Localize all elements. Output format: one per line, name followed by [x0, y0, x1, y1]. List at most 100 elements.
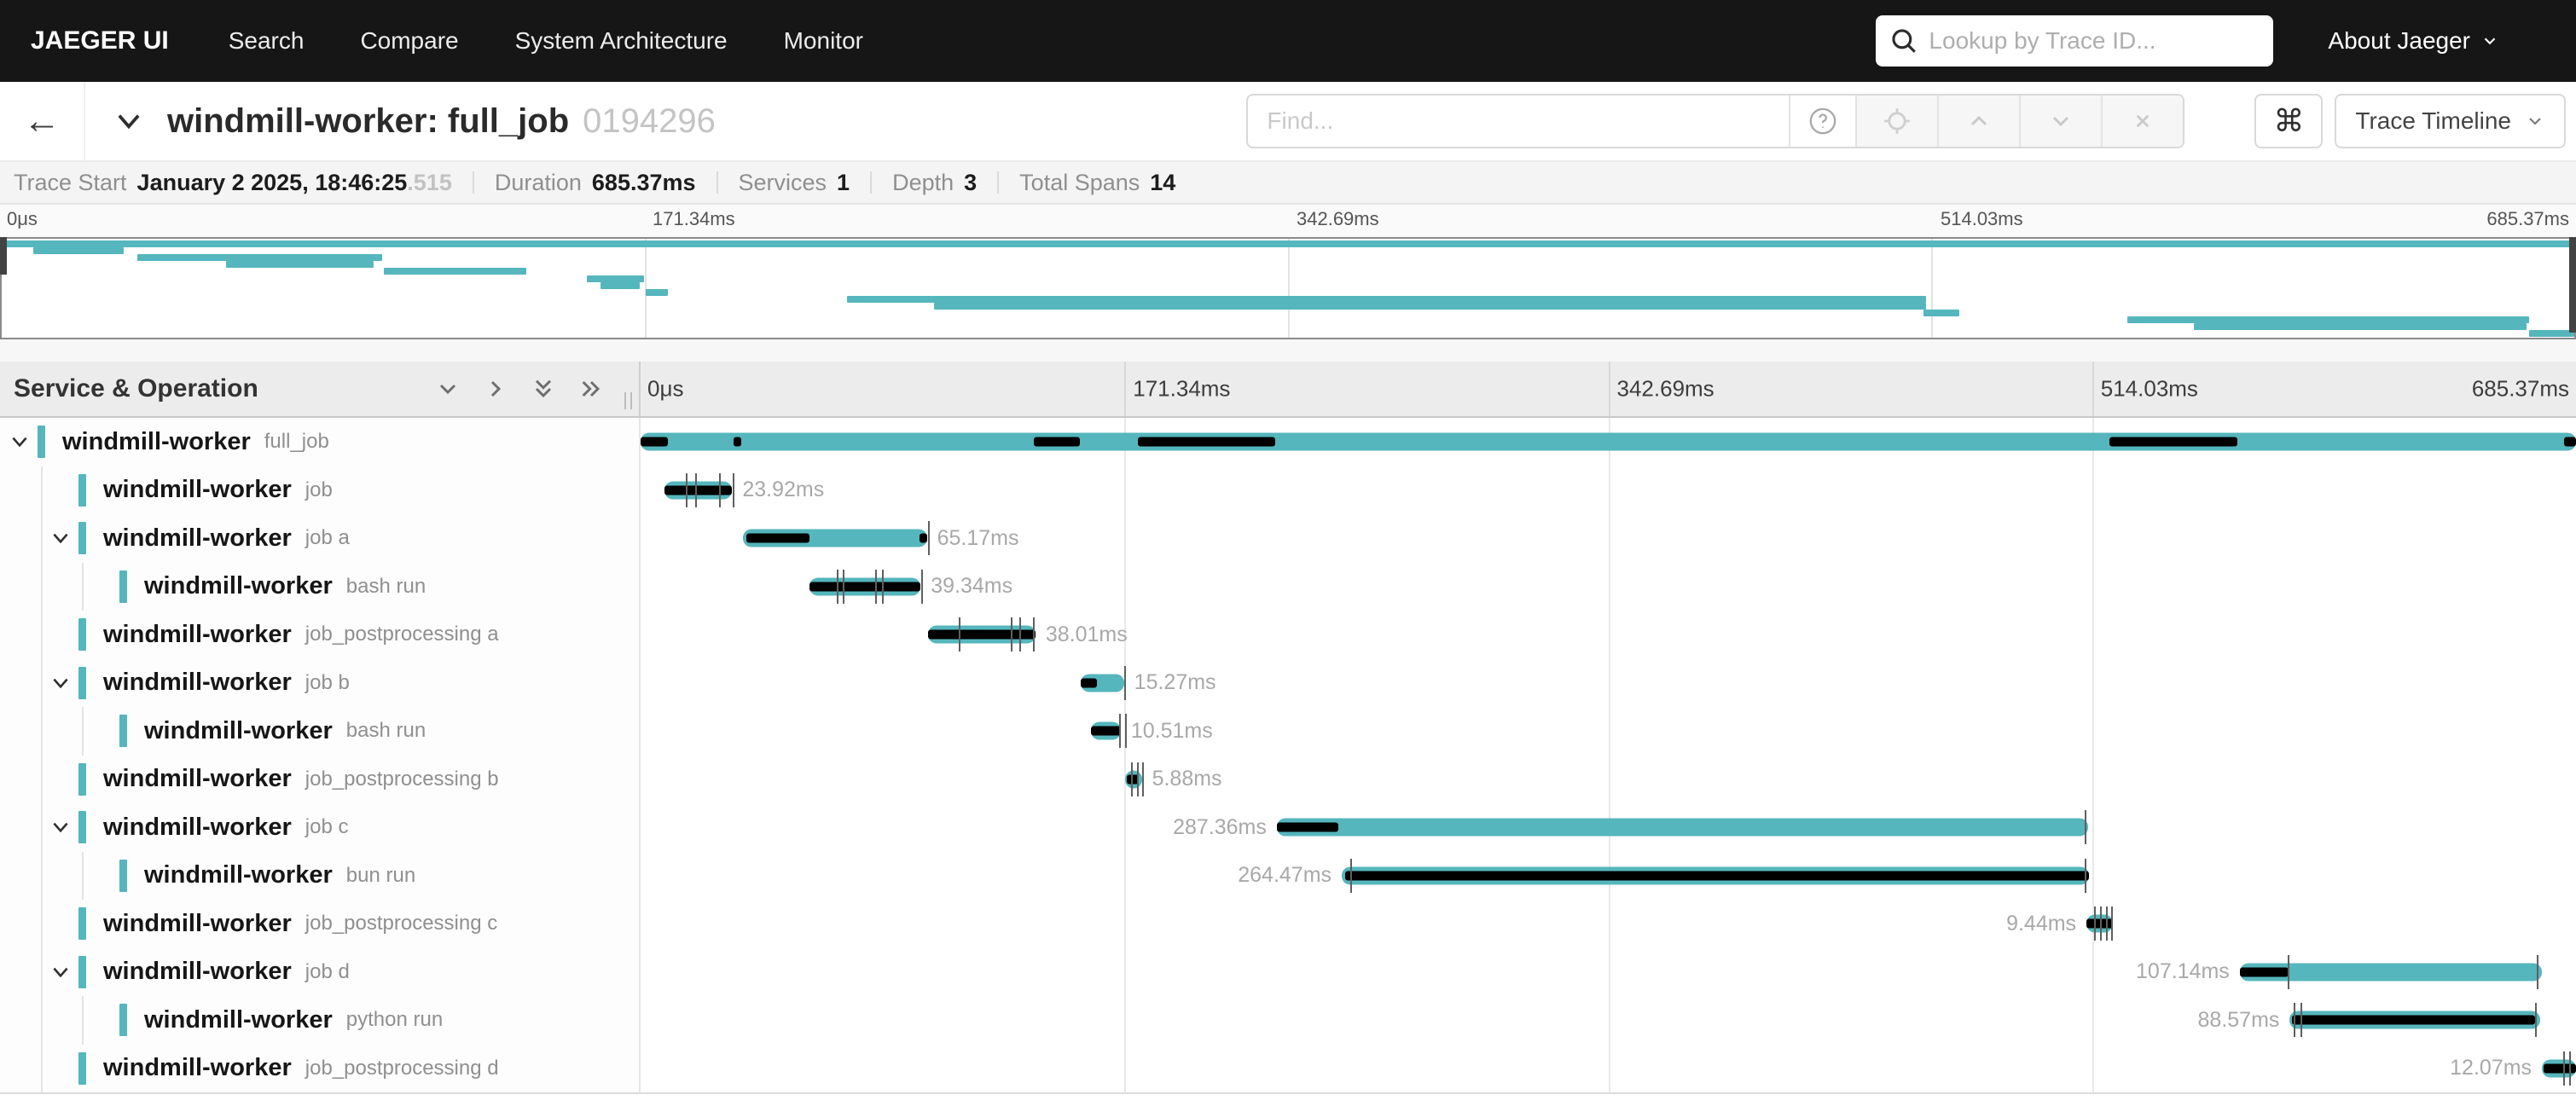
span-name-cell[interactable]: windmill-workerjob_postprocessing d	[0, 1045, 641, 1093]
span-name-cell[interactable]: windmill-workerjob a	[0, 514, 641, 563]
span-timeline-cell[interactable]: 39.34ms	[641, 563, 2576, 611]
span-bar[interactable]	[2289, 1011, 2539, 1029]
span-timeline-cell[interactable]	[641, 418, 2576, 466]
span-duration-label: 38.01ms	[1046, 611, 1128, 659]
span-bar[interactable]	[1091, 722, 1121, 740]
span-bar[interactable]	[641, 433, 2576, 451]
find-prev-button[interactable]	[1937, 96, 2019, 147]
span-row[interactable]: windmill-workerjob c287.36ms	[0, 803, 2576, 852]
span-timeline-cell[interactable]: 23.92ms	[641, 466, 2576, 515]
find-next-button[interactable]	[2019, 96, 2101, 147]
span-log-tick	[959, 617, 960, 652]
span-name-cell[interactable]: windmill-workerjob_postprocessing c	[0, 900, 641, 948]
span-row[interactable]: windmill-workerpython run88.57ms	[0, 996, 2576, 1045]
span-duration-label: 264.47ms	[1238, 852, 1332, 901]
service-name: windmill-worker	[103, 621, 292, 649]
span-timeline-cell[interactable]: 287.36ms	[641, 803, 2576, 852]
span-row[interactable]: windmill-workerbash run10.51ms	[0, 707, 2576, 756]
span-bar[interactable]	[2240, 963, 2543, 981]
nav-item-search[interactable]: Search	[229, 27, 305, 55]
span-timeline-cell[interactable]: 9.44ms	[641, 900, 2576, 948]
span-name-cell[interactable]: windmill-workerjob d	[0, 948, 641, 997]
expand-all-icon[interactable]	[530, 375, 557, 403]
column-resize-handle[interactable]	[624, 392, 632, 409]
trace-view-select[interactable]: Trace Timeline	[2335, 94, 2566, 148]
span-log-tick	[1119, 714, 1121, 748]
span-bar[interactable]	[809, 577, 920, 595]
app-brand[interactable]: JAEGER UI	[31, 26, 169, 55]
expand-chevron-icon[interactable]	[49, 961, 72, 983]
span-name-cell[interactable]: windmill-workerbun run	[0, 852, 641, 901]
find-input[interactable]: Find...	[1248, 96, 1789, 147]
minimap-right-drag-handle[interactable]	[2569, 237, 2576, 333]
summary-value: 1	[837, 170, 850, 196]
minimap-left-drag-handle[interactable]	[0, 237, 7, 275]
minimap-span-bar	[137, 254, 382, 261]
span-timeline-cell[interactable]: 38.01ms	[641, 611, 2576, 659]
span-timeline-cell[interactable]: 10.51ms	[641, 707, 2576, 756]
collapse-trace-detail-chevron[interactable]	[113, 105, 145, 137]
service-name: windmill-worker	[103, 1054, 292, 1082]
trace-title-text: windmill-worker: full_job	[167, 102, 569, 140]
span-row[interactable]: windmill-workerjob d 107.14ms	[0, 948, 2576, 997]
span-name-cell[interactable]: windmill-workerjob b	[0, 659, 641, 708]
trace-id-lookup-input[interactable]: Lookup by Trace ID...	[1876, 15, 2273, 67]
span-bar[interactable]	[1277, 819, 2088, 837]
span-row[interactable]: windmill-workerbun run 264.47ms	[0, 852, 2576, 901]
span-bar[interactable]	[1125, 770, 1141, 788]
collapse-all-icon[interactable]	[577, 375, 605, 403]
span-name-cell[interactable]: windmill-workerbash run	[0, 707, 641, 756]
span-bar[interactable]	[1342, 866, 2089, 884]
about-jaeger-menu[interactable]: About Jaeger	[2328, 27, 2499, 55]
span-name-cell[interactable]: windmill-workerfull_job	[0, 418, 641, 466]
span-name-cell[interactable]: windmill-workerjob	[0, 466, 641, 515]
span-timeline-cell[interactable]: 15.27ms	[641, 659, 2576, 708]
keyboard-shortcuts-button[interactable]: ⌘	[2254, 94, 2323, 148]
trace-minimap[interactable]	[0, 237, 2576, 339]
find-clear-button[interactable]	[2101, 96, 2183, 147]
span-log-tick	[695, 473, 697, 507]
span-row[interactable]: windmill-workerjob_postprocessing b5.88m…	[0, 756, 2576, 804]
span-bar[interactable]	[2542, 1059, 2576, 1077]
span-duration-label: 107.14ms	[2136, 948, 2230, 997]
expand-one-level-icon[interactable]	[434, 375, 461, 403]
span-timeline-cell[interactable]: 264.47ms	[641, 852, 2576, 901]
expand-chevron-icon[interactable]	[49, 816, 72, 838]
expand-chevron-icon[interactable]	[9, 431, 31, 453]
span-row[interactable]: windmill-workerjob_postprocessing c9.44m…	[0, 900, 2576, 948]
span-row[interactable]: windmill-workerjob_postprocessing a 38.01…	[0, 611, 2576, 659]
critical-path-segment	[920, 534, 927, 543]
span-bar[interactable]	[664, 481, 732, 499]
collapse-one-level-icon[interactable]	[482, 375, 509, 403]
span-name-cell[interactable]: windmill-workerjob_postprocessing a	[0, 611, 641, 659]
span-row[interactable]: windmill-workerjob a65.17ms	[0, 514, 2576, 563]
span-row[interactable]: windmill-workerjob23.92ms	[0, 466, 2576, 515]
span-row[interactable]: windmill-workerjob b15.27ms	[0, 659, 2576, 708]
span-name-cell[interactable]: windmill-workerpython run	[0, 996, 641, 1045]
span-timeline-cell[interactable]: 107.14ms	[641, 948, 2576, 997]
nav-item-compare[interactable]: Compare	[360, 27, 458, 55]
span-name-cell[interactable]: windmill-workerjob c	[0, 803, 641, 852]
span-name-cell[interactable]: windmill-workerjob_postprocessing b	[0, 756, 641, 804]
span-bar[interactable]	[743, 530, 927, 547]
span-timeline-cell[interactable]: 5.88ms	[641, 756, 2576, 804]
span-row[interactable]: windmill-workerfull_job	[0, 418, 2576, 466]
span-row[interactable]: windmill-workerbash run39.34ms	[0, 563, 2576, 611]
search-icon	[1889, 26, 1918, 55]
service-name: windmill-worker	[103, 910, 292, 938]
expand-chevron-icon[interactable]	[49, 672, 72, 694]
back-button[interactable]: ←	[0, 82, 85, 160]
span-timeline-cell[interactable]: 65.17ms	[641, 514, 2576, 563]
minimap-span-bar	[2194, 323, 2527, 330]
nav-item-monitor[interactable]: Monitor	[784, 27, 863, 55]
span-row[interactable]: windmill-workerjob_postprocessing d12.07…	[0, 1045, 2576, 1093]
nav-item-system-architecture[interactable]: System Architecture	[515, 27, 728, 55]
focus-span-button[interactable]	[1855, 96, 1937, 147]
find-help-button[interactable]	[1789, 96, 1855, 147]
span-name-cell[interactable]: windmill-workerbash run	[0, 563, 641, 611]
span-bar[interactable]	[1081, 674, 1124, 692]
span-timeline-cell[interactable]: 88.57ms	[641, 996, 2576, 1045]
expand-chevron-icon[interactable]	[49, 527, 72, 549]
span-timeline-cell[interactable]: 12.07ms	[641, 1045, 2576, 1093]
summary-divider	[997, 171, 999, 194]
